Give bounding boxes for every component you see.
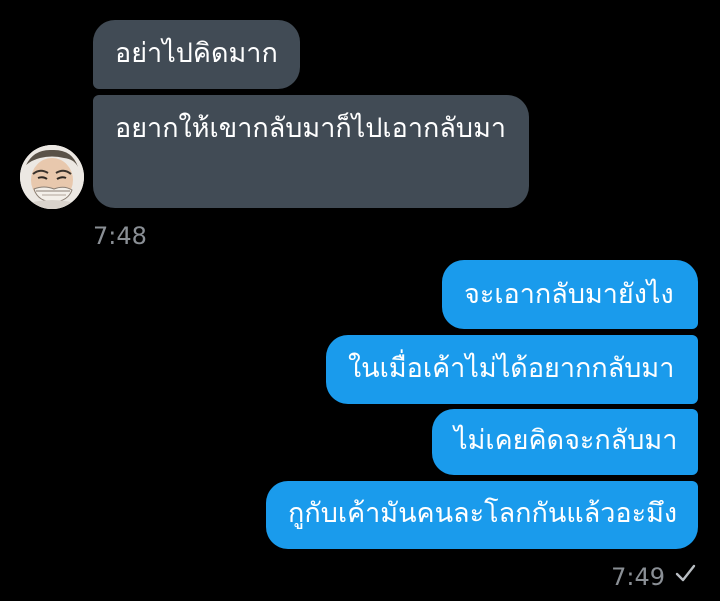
message-text: ไม่เคยคิดจะกลับมา bbox=[454, 425, 678, 456]
message-text: กูกับเค้ามันคนละโลกกันแล้วอะมึง bbox=[288, 498, 678, 529]
message-timestamp: 7:48 bbox=[93, 222, 147, 250]
outgoing-message[interactable]: กูกับเค้ามันคนละโลกกันแล้วอะมึง bbox=[266, 481, 698, 549]
incoming-message[interactable]: อย่าไปคิดมาก bbox=[93, 20, 300, 89]
avatar-photo bbox=[20, 145, 84, 209]
checkmark-icon bbox=[674, 562, 696, 590]
outgoing-message[interactable]: จะเอากลับมายังไง bbox=[442, 260, 698, 329]
message-text: ในเมื่อเค้าไม่ได้อยากกลับมา bbox=[348, 353, 675, 384]
message-text: อยากให้เขากลับมาก็ไปเอากลับมา bbox=[115, 113, 507, 144]
sender-avatar[interactable] bbox=[20, 145, 84, 209]
outgoing-message[interactable]: ไม่เคยคิดจะกลับมา bbox=[432, 409, 698, 475]
incoming-message[interactable]: อยากให้เขากลับมาก็ไปเอากลับมา bbox=[93, 95, 529, 208]
message-text: จะเอากลับมายังไง bbox=[464, 279, 674, 310]
outgoing-message[interactable]: ในเมื่อเค้าไม่ได้อยากกลับมา bbox=[326, 335, 698, 404]
chat-thread: อย่าไปคิดมาก อยากให้เขากลับมาก็ไปเอากลับ… bbox=[0, 0, 720, 601]
message-timestamp: 7:49 bbox=[611, 563, 665, 591]
message-text: อย่าไปคิดมาก bbox=[115, 38, 278, 69]
